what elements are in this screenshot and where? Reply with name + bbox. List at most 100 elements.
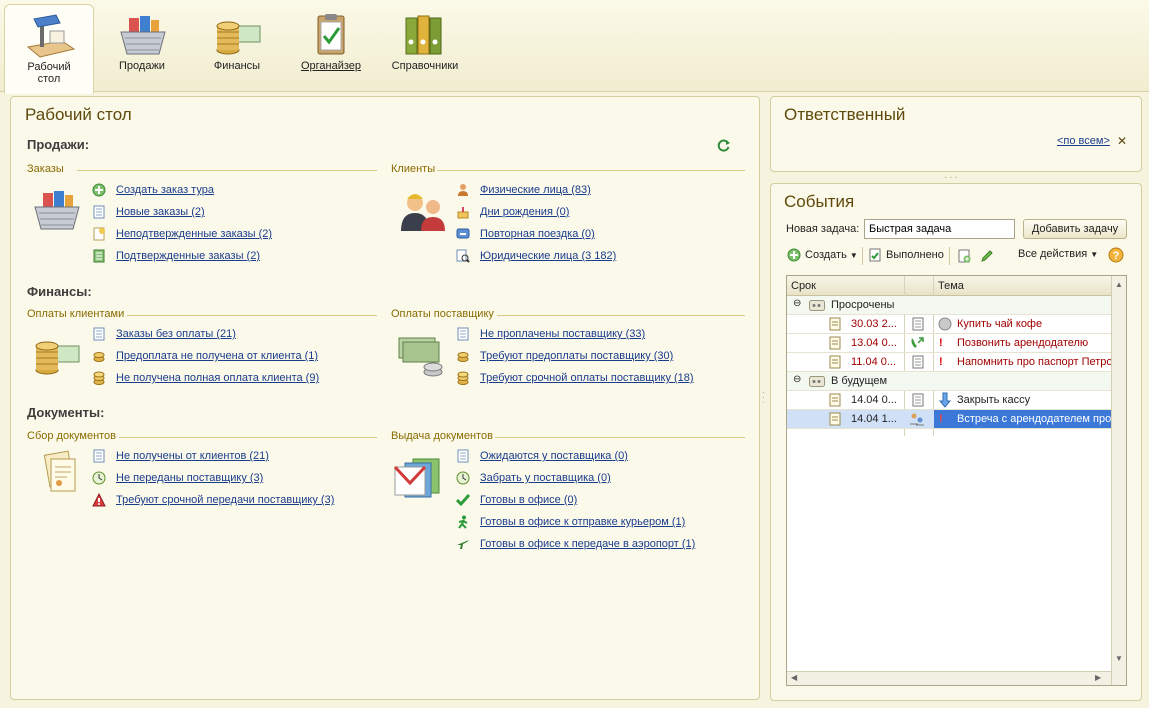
ready-for-airport-link[interactable]: Готовы в офисе к передаче в аэропорт (1) (480, 538, 695, 550)
client-payments-item[interactable]: Не получена полная оплата клиента (9) (91, 370, 319, 386)
row-date: 14.04 1... (851, 413, 897, 425)
issue-docs-item[interactable]: Готовы в офисе к передаче в аэропорт (1) (455, 536, 695, 552)
orders-item[interactable]: Создать заказ тура (91, 182, 214, 198)
new-task-input[interactable]: Быстрая задача (864, 219, 1015, 239)
vertical-scrollbar[interactable]: ▲ ▼ (1111, 276, 1126, 685)
horizontal-scrollbar[interactable]: ◀ ▶ (787, 671, 1111, 685)
done-document-icon (869, 248, 881, 262)
table-row[interactable]: 13.04 0... ! Позвонить арендодателю (787, 334, 1111, 353)
scroll-right-icon[interactable]: ▶ (1095, 673, 1101, 682)
clients-item[interactable]: Повторная поездка (0) (455, 226, 595, 242)
section-desktop[interactable]: Рабочий стол (4, 4, 94, 94)
not-sent-to-supplier-link[interactable]: Не переданы поставщику (3) (116, 472, 263, 484)
confirmed-orders-link[interactable]: Подтвержденные заказы (2) (116, 250, 260, 262)
table-row[interactable]: 14.04 0... Закрыть кассу (787, 391, 1111, 410)
ready-for-courier-link[interactable]: Готовы в офисе к отправке курьером (1) (480, 516, 685, 528)
table-row[interactable]: 14.04 1... ! Встреча с арендодателем про (787, 410, 1111, 429)
search-document-icon (455, 248, 471, 264)
priority-icon: ! (939, 337, 943, 349)
table-row[interactable]: 30.03 2... Купить чай кофе (787, 315, 1111, 334)
urgent-payment-link[interactable]: Требуют срочной оплаты поставщику (18) (480, 372, 694, 384)
scroll-left-icon[interactable]: ◀ (791, 673, 797, 682)
refresh-icon[interactable] (717, 138, 731, 152)
not-paid-supplier-link[interactable]: Не проплачены поставщику (33) (480, 328, 645, 340)
ready-in-office-link[interactable]: Готовы в офисе (0) (480, 494, 577, 506)
collapse-icon[interactable]: ⊖ (793, 298, 801, 309)
issue-docs-item[interactable]: Забрать у поставщика (0) (455, 470, 611, 486)
desk-lamp-icon (26, 14, 76, 58)
done-button[interactable]: Выполнено (868, 248, 944, 262)
scroll-thumb[interactable] (1114, 462, 1124, 470)
repeat-trip-link[interactable]: Повторная поездка (0) (480, 228, 595, 240)
help-icon[interactable]: ? (1108, 247, 1124, 263)
column-header-subject[interactable]: Тема (938, 280, 964, 292)
orders-item[interactable]: Подтвержденные заказы (2) (91, 248, 260, 264)
expected-at-supplier-link[interactable]: Ожидаются у поставщика (0) (480, 450, 628, 462)
issue-docs-item[interactable]: Ожидаются у поставщика (0) (455, 448, 628, 464)
collect-docs-item[interactable]: Не получены от клиентов (21) (91, 448, 269, 464)
group-name: Просрочены (831, 299, 895, 311)
documents-stack-icon (43, 450, 76, 492)
section-finance[interactable]: Финансы (192, 4, 282, 90)
events-table[interactable]: Срок Тема ⊖ Просрочены 30.03 2... Купить… (786, 275, 1127, 686)
section-catalogs[interactable]: Справочники (380, 4, 470, 90)
edit-pencil-icon[interactable] (980, 249, 994, 263)
prepayment-not-received-link[interactable]: Предоплата не получена от клиента (1) (116, 350, 318, 362)
table-group-row[interactable]: ⊖ В будущем (787, 372, 1111, 391)
collapse-icon[interactable]: ⊖ (793, 374, 801, 385)
clients-item[interactable]: Юридические лица (3 182) (455, 248, 616, 264)
coin-stack-icon (455, 370, 471, 386)
unpaid-orders-link[interactable]: Заказы без оплаты (21) (116, 328, 236, 340)
task-icon (829, 317, 841, 331)
all-actions-button[interactable]: Все действия ▼ (1018, 248, 1098, 260)
individuals-link[interactable]: Физические лица (83) (480, 184, 591, 196)
create-button[interactable]: Создать ▼ (787, 248, 858, 262)
collect-docs-item[interactable]: Не переданы поставщику (3) (91, 470, 263, 486)
supplier-payments-item[interactable]: Требуют предоплаты поставщику (30) (455, 348, 673, 364)
orders-item[interactable]: Новые заказы (2) (91, 204, 205, 220)
add-document-icon[interactable] (957, 249, 971, 263)
coins-icon (35, 341, 80, 375)
all-actions-label: Все действия (1018, 248, 1088, 260)
issue-docs-item[interactable]: Готовы в офисе к отправке курьером (1) (455, 514, 685, 530)
issue-docs-subtitle: Выдача документов (391, 430, 493, 442)
supplier-payments-item[interactable]: Требуют срочной оплаты поставщику (18) (455, 370, 694, 386)
full-payment-not-received-link[interactable]: Не получена полная оплата клиента (9) (116, 372, 319, 384)
scroll-up-icon[interactable]: ▲ (1115, 280, 1123, 289)
birthdays-link[interactable]: Дни рождения (0) (480, 206, 569, 218)
close-icon[interactable]: ✕ (1117, 134, 1127, 148)
orders-item[interactable]: Неподтвержденные заказы (2) (91, 226, 272, 242)
add-task-button[interactable]: Добавить задачу (1023, 219, 1127, 239)
clients-item[interactable]: Дни рождения (0) (455, 204, 569, 220)
issue-docs-item[interactable]: Готовы в офисе (0) (455, 492, 577, 508)
svg-text:?: ? (1113, 250, 1120, 262)
page-title: Рабочий стол (25, 105, 132, 124)
collect-docs-item[interactable]: Требуют срочной передачи поставщику (3) (91, 492, 334, 508)
section-label: Финансы (213, 60, 261, 72)
legal-entities-link[interactable]: Юридические лица (3 182) (480, 250, 616, 262)
group-name: В будущем (831, 375, 888, 387)
new-orders-link[interactable]: Новые заказы (2) (116, 206, 205, 218)
column-header-date[interactable]: Срок (791, 280, 816, 292)
toolbar-divider (949, 247, 950, 265)
section-organizer[interactable]: Органайзер (286, 4, 376, 90)
prepayment-required-link[interactable]: Требуют предоплаты поставщику (30) (480, 350, 673, 362)
add-icon (91, 182, 107, 198)
clients-item[interactable]: Физические лица (83) (455, 182, 591, 198)
pick-up-from-supplier-link[interactable]: Забрать у поставщика (0) (480, 472, 611, 484)
urgent-transfer-link[interactable]: Требуют срочной передачи поставщику (3) (116, 494, 334, 506)
not-received-from-clients-link[interactable]: Не получены от клиентов (21) (116, 450, 269, 462)
responsible-filter-link[interactable]: <по всем> (1057, 135, 1110, 147)
coin-stack-icon (455, 348, 471, 364)
client-payments-item[interactable]: Предоплата не получена от клиента (1) (91, 348, 318, 364)
section-sales[interactable]: Продажи (97, 4, 187, 90)
supplier-payments-item[interactable]: Не проплачены поставщику (33) (455, 326, 645, 342)
horizontal-splitter[interactable]: ··· (944, 172, 970, 183)
client-payments-item[interactable]: Заказы без оплаты (21) (91, 326, 236, 342)
vertical-splitter[interactable]: · · · (762, 389, 768, 410)
unconfirmed-orders-link[interactable]: Неподтвержденные заказы (2) (116, 228, 272, 240)
table-row[interactable]: 11.04 0... ! Напомнить про паспорт Петро (787, 353, 1113, 372)
create-order-link[interactable]: Создать заказ тура (116, 184, 214, 196)
scroll-down-icon[interactable]: ▼ (1115, 654, 1123, 663)
table-group-row[interactable]: ⊖ Просрочены (787, 296, 1111, 315)
